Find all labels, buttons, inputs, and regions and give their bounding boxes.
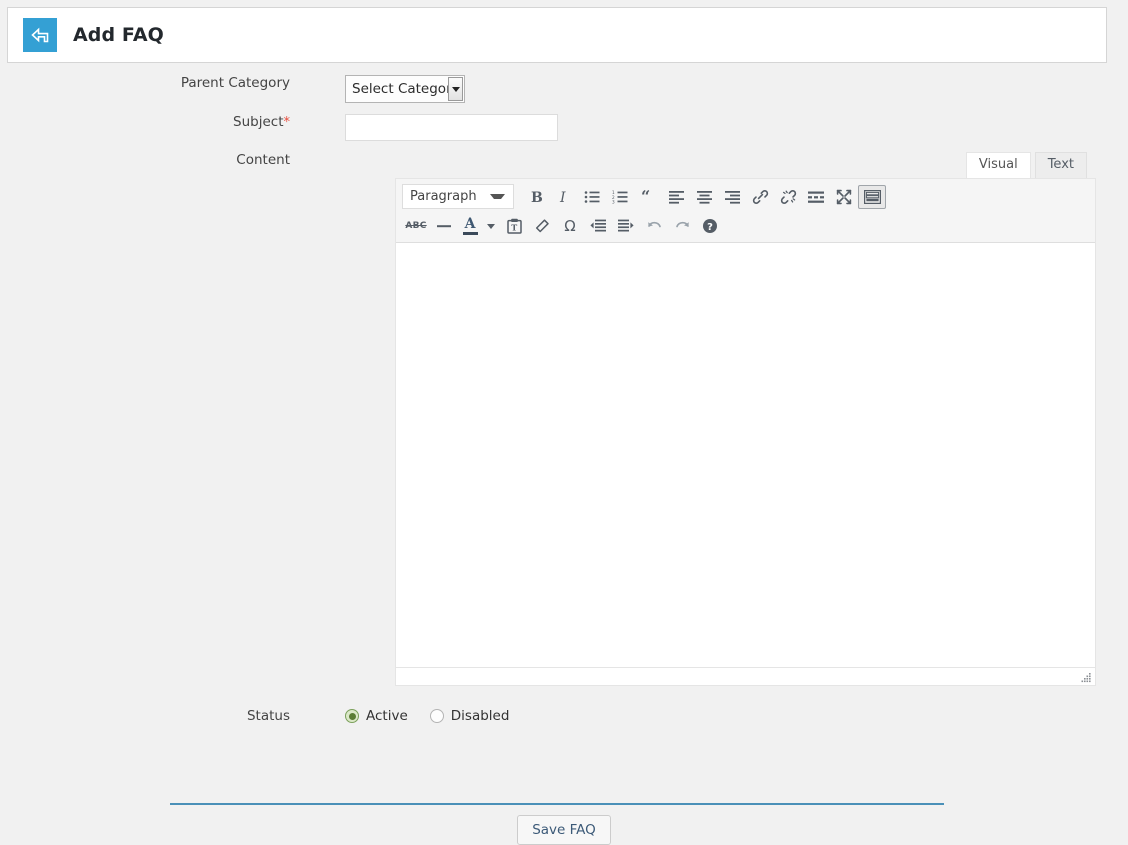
- status-option-disabled-label: Disabled: [450, 708, 510, 724]
- insert-link-icon: [752, 189, 769, 205]
- editor-frame: Paragraph B I 1 2 3 “ ABC A T Ω ?: [395, 178, 1096, 686]
- keyboard-help-icon: ?: [702, 218, 718, 234]
- numbered-list-icon: 1 2 3: [612, 190, 629, 204]
- paste-as-text-icon: T: [506, 218, 522, 234]
- read-more-icon: [808, 190, 824, 204]
- footer-divider: [170, 803, 944, 805]
- decrease-indent-button[interactable]: [584, 214, 612, 238]
- content-editor: Visual Text Paragraph B I 1 2 3 “ ABC A …: [395, 152, 1096, 686]
- svg-text:I: I: [559, 190, 566, 205]
- radio-disabled-indicator[interactable]: [429, 709, 444, 723]
- align-right-button[interactable]: [718, 185, 746, 209]
- svg-text:T: T: [511, 223, 517, 233]
- status-option-disabled[interactable]: Disabled: [429, 708, 510, 724]
- horizontal-rule-icon: [436, 219, 452, 233]
- numbered-list-button[interactable]: 1 2 3: [606, 185, 634, 209]
- blockquote-icon: “: [640, 190, 656, 204]
- format-select-value: Paragraph: [410, 189, 477, 204]
- read-more-button[interactable]: [802, 185, 830, 209]
- unlink-button[interactable]: [774, 185, 802, 209]
- back-button[interactable]: [23, 18, 57, 52]
- status-radio-group: Active Disabled: [345, 708, 531, 724]
- chevron-down-icon: [490, 194, 505, 199]
- bullet-list-icon: [584, 190, 601, 204]
- form-footer: Save FAQ: [0, 815, 1128, 845]
- field-row-parent-category: Parent Category Select Category: [0, 75, 1128, 103]
- parent-category-select[interactable]: Select Category: [345, 75, 465, 103]
- editor-tab-bar: Visual Text: [395, 152, 1096, 178]
- insert-link-button[interactable]: [746, 185, 774, 209]
- increase-indent-icon: [618, 219, 634, 233]
- increase-indent-button[interactable]: [612, 214, 640, 238]
- svg-text:?: ?: [707, 222, 713, 233]
- status-label: Status: [246, 708, 290, 724]
- subject-label: Subject*: [0, 114, 345, 131]
- toolbar-row-1: Paragraph B I 1 2 3 “: [398, 183, 1093, 210]
- text-color-button[interactable]: A: [458, 214, 500, 238]
- radio-active-indicator[interactable]: [345, 709, 359, 723]
- status-option-active-label: Active: [366, 708, 408, 724]
- fullscreen-icon: [836, 189, 852, 205]
- status-option-active[interactable]: Active: [345, 708, 408, 724]
- bold-icon: B: [528, 189, 544, 205]
- clear-formatting-button[interactable]: [528, 214, 556, 238]
- italic-button[interactable]: I: [550, 185, 578, 209]
- undo-button[interactable]: [640, 214, 668, 238]
- required-marker: *: [283, 115, 291, 130]
- tab-text[interactable]: Text: [1034, 152, 1087, 178]
- text-color-icon: A: [458, 214, 482, 238]
- toolbar-toggle-icon: [863, 189, 881, 204]
- back-arrow-icon: [29, 25, 51, 45]
- paste-as-text-button[interactable]: T: [500, 214, 528, 238]
- strikethrough-button[interactable]: ABC: [402, 214, 430, 238]
- blockquote-button[interactable]: “: [634, 185, 662, 209]
- fullscreen-button[interactable]: [830, 185, 858, 209]
- decrease-indent-icon: [590, 219, 606, 233]
- subject-label-text: Subject: [233, 114, 284, 130]
- horizontal-rule-button[interactable]: [430, 214, 458, 238]
- special-character-icon: Ω: [564, 217, 576, 235]
- faq-form: Parent Category Select Category Subject*…: [0, 63, 1128, 845]
- bold-button[interactable]: B: [522, 185, 550, 209]
- tab-visual[interactable]: Visual: [965, 152, 1031, 178]
- editor-statusbar: [396, 667, 1095, 685]
- parent-category-selected-value: Select Category: [352, 81, 460, 97]
- align-center-icon: [696, 190, 712, 204]
- subject-input[interactable]: [345, 114, 558, 141]
- page-header: Add FAQ: [7, 7, 1107, 63]
- editor-content-area[interactable]: [396, 243, 1095, 667]
- chevron-down-icon[interactable]: [482, 214, 500, 238]
- content-label: Content: [236, 152, 290, 168]
- save-faq-button[interactable]: Save FAQ: [517, 815, 611, 845]
- align-left-icon: [668, 190, 684, 204]
- italic-icon: I: [556, 189, 572, 205]
- align-left-button[interactable]: [662, 185, 690, 209]
- bullet-list-button[interactable]: [578, 185, 606, 209]
- keyboard-help-button[interactable]: ?: [696, 214, 724, 238]
- strikethrough-icon: ABC: [405, 221, 427, 231]
- parent-category-label: Parent Category: [180, 75, 290, 91]
- field-row-status: Status Active Disabled: [0, 708, 1128, 724]
- svg-text:3: 3: [612, 199, 615, 203]
- format-select[interactable]: Paragraph: [402, 184, 514, 209]
- chevron-down-icon[interactable]: [448, 77, 463, 101]
- page-title: Add FAQ: [73, 24, 164, 46]
- toolbar-row-2: ABC A T Ω ?: [398, 213, 1093, 239]
- undo-icon: [646, 219, 663, 234]
- special-character-button[interactable]: Ω: [556, 214, 584, 238]
- field-row-content: Content Visual Text Paragraph B I 1 2 3 …: [0, 152, 1128, 686]
- clear-formatting-icon: [534, 218, 550, 234]
- redo-icon: [674, 219, 691, 234]
- field-row-subject: Subject*: [0, 114, 1128, 141]
- editor-toolbar: Paragraph B I 1 2 3 “ ABC A T Ω ?: [396, 179, 1095, 243]
- toolbar-toggle-button[interactable]: [858, 184, 886, 209]
- align-center-button[interactable]: [690, 185, 718, 209]
- svg-text:“: “: [641, 190, 650, 204]
- redo-button[interactable]: [668, 214, 696, 238]
- resize-handle-icon[interactable]: [1080, 671, 1092, 683]
- unlink-icon: [780, 189, 797, 205]
- svg-text:B: B: [531, 190, 543, 205]
- align-right-icon: [724, 190, 740, 204]
